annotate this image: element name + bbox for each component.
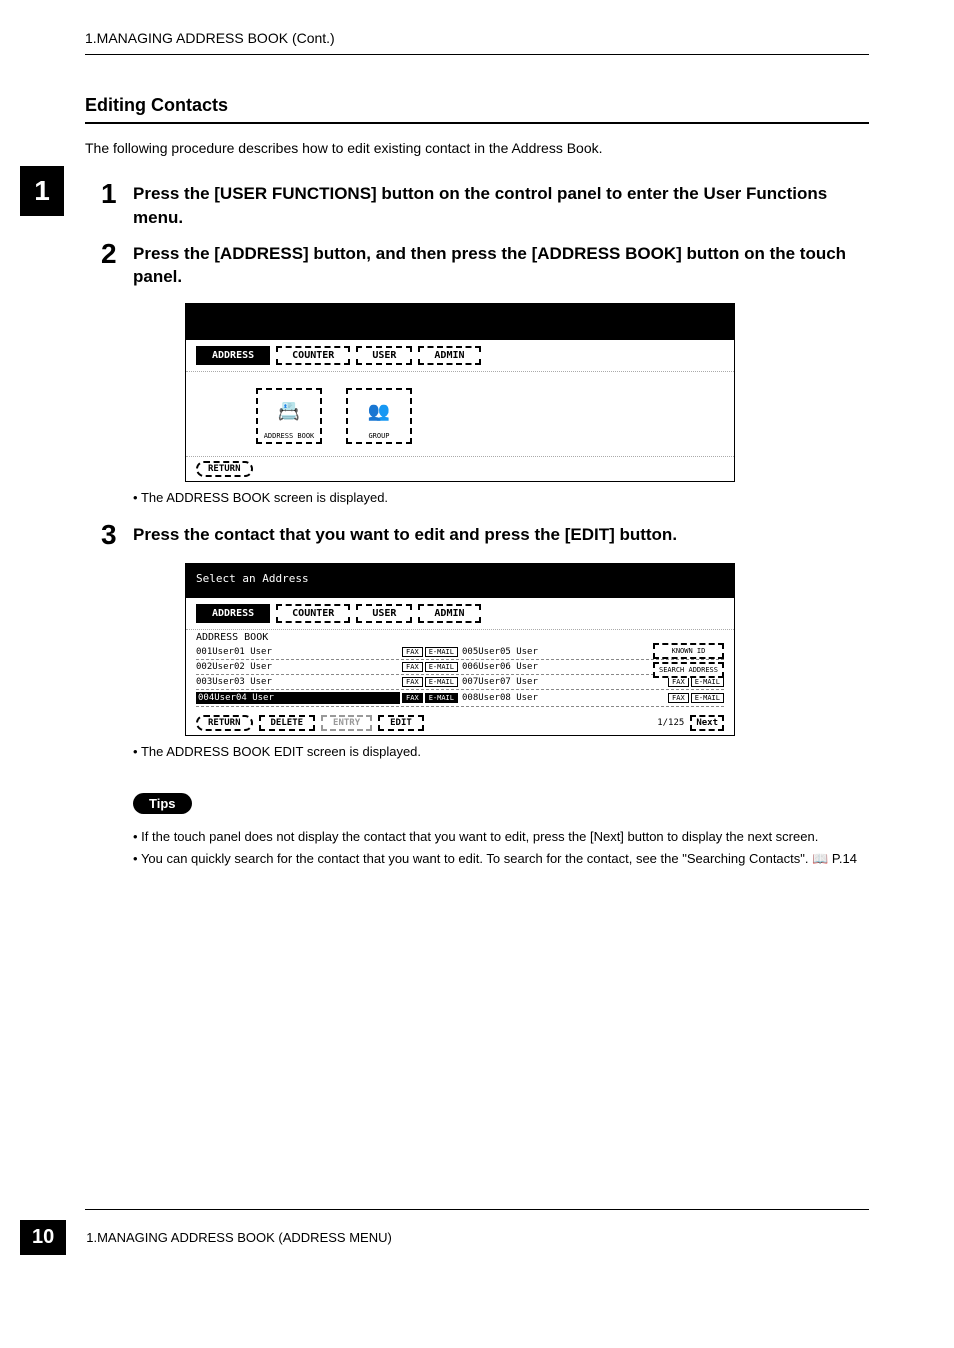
tip-2: You can quickly search for the contact t…	[133, 850, 869, 868]
contact-002[interactable]: 002User02 User FAX E-MAIL	[196, 662, 458, 672]
screenshot-address-book-list: Select an Address ADDRESS COUNTER USER A…	[185, 563, 735, 736]
next-button[interactable]: Next	[690, 715, 724, 731]
tab-user[interactable]: USER	[356, 346, 412, 365]
contact-row: 002User02 User FAX E-MAIL 006User06 User…	[196, 660, 724, 675]
fax-button[interactable]: FAX	[668, 677, 689, 687]
contact-001[interactable]: 001User01 User FAX E-MAIL	[196, 647, 458, 657]
tab-address-2[interactable]: ADDRESS	[196, 604, 270, 623]
bottom-row: RETURN	[186, 456, 734, 481]
contact-004[interactable]: 004User04 User FAX E-MAIL	[196, 692, 458, 704]
contact-008[interactable]: 008User08 User FAX E-MAIL	[462, 692, 724, 704]
address-book-icon: 📇	[278, 390, 300, 432]
panel-black-bar	[186, 304, 734, 340]
tips-badge: Tips	[133, 793, 192, 814]
return-button-2[interactable]: RETURN	[196, 715, 253, 731]
fax-button[interactable]: FAX	[402, 677, 423, 687]
tab-counter[interactable]: COUNTER	[276, 346, 350, 365]
tab-admin[interactable]: ADMIN	[418, 346, 480, 365]
step-3: 3 Press the contact that you want to edi…	[101, 521, 869, 549]
email-button[interactable]: E-MAIL	[691, 693, 724, 703]
tab-row-2: ADDRESS COUNTER USER ADMIN	[186, 598, 734, 630]
address-book-subtitle: ADDRESS BOOK	[186, 630, 734, 645]
step-number: 2	[101, 240, 133, 290]
group-icon: 👥	[368, 390, 390, 432]
email-button[interactable]: E-MAIL	[425, 647, 458, 657]
fax-button[interactable]: FAX	[668, 693, 689, 703]
side-buttons: KNOWN ID SEARCH ADDRESS	[653, 643, 724, 678]
entry-button[interactable]: ENTRY	[321, 715, 372, 731]
header-rule	[85, 54, 869, 55]
select-address-header: Select an Address	[186, 564, 734, 598]
section-title: Editing Contacts	[85, 95, 869, 124]
action-row: RETURN DELETE ENTRY EDIT 1/125 Next	[186, 711, 734, 735]
group-button[interactable]: 👥 GROUP	[346, 388, 412, 444]
group-label: GROUP	[368, 432, 389, 440]
step-number: 3	[101, 521, 133, 549]
address-book-label: ADDRESS BOOK	[264, 432, 315, 440]
edit-button[interactable]: EDIT	[378, 715, 424, 731]
contact-row: 003User03 User FAX E-MAIL 007User07 User…	[196, 675, 724, 690]
tab-counter-2[interactable]: COUNTER	[276, 604, 350, 623]
screenshot-address-menu: ADDRESS COUNTER USER ADMIN 📇 ADDRESS BOO…	[185, 303, 735, 482]
step-number: 1	[101, 180, 133, 230]
page-indicator: 1/125	[657, 718, 684, 728]
email-button[interactable]: E-MAIL	[425, 662, 458, 672]
tip-1: If the touch panel does not display the …	[133, 828, 869, 846]
known-id-button[interactable]: KNOWN ID	[653, 643, 724, 659]
page-footer: 10 1.MANAGING ADDRESS BOOK (ADDRESS MENU…	[85, 1209, 869, 1255]
fax-button[interactable]: FAX	[402, 647, 423, 657]
step-text: Press the contact that you want to edit …	[133, 521, 677, 549]
intro-text: The following procedure describes how to…	[85, 140, 869, 156]
page-number: 10	[20, 1220, 66, 1255]
tab-user-2[interactable]: USER	[356, 604, 412, 623]
email-button[interactable]: E-MAIL	[425, 693, 458, 703]
contact-row-selected: 004User04 User FAX E-MAIL 008User08 User…	[196, 690, 724, 707]
contact-007[interactable]: 007User07 User FAX E-MAIL	[462, 677, 724, 687]
return-button[interactable]: RETURN	[196, 461, 253, 477]
step-text: Press the [ADDRESS] button, and then pre…	[133, 240, 869, 290]
contact-grid: KNOWN ID SEARCH ADDRESS 001User01 User F…	[186, 645, 734, 711]
chapter-tab: 1	[20, 166, 64, 216]
footer-text: 1.MANAGING ADDRESS BOOK (ADDRESS MENU)	[86, 1230, 392, 1245]
contact-003[interactable]: 003User03 User FAX E-MAIL	[196, 677, 458, 687]
email-button[interactable]: E-MAIL	[425, 677, 458, 687]
delete-button[interactable]: DELETE	[259, 715, 316, 731]
fax-button[interactable]: FAX	[402, 693, 423, 703]
note-edit-screen-displayed: The ADDRESS BOOK EDIT screen is displaye…	[133, 744, 869, 759]
contact-row: 001User01 User FAX E-MAIL 005User05 User…	[196, 645, 724, 660]
search-address-button[interactable]: SEARCH ADDRESS	[653, 662, 724, 678]
tab-address[interactable]: ADDRESS	[196, 346, 270, 365]
step-2: 2 Press the [ADDRESS] button, and then p…	[101, 240, 869, 290]
icon-row: 📇 ADDRESS BOOK 👥 GROUP	[186, 372, 734, 456]
tab-admin-2[interactable]: ADMIN	[418, 604, 480, 623]
page-header: 1.MANAGING ADDRESS BOOK (Cont.)	[85, 30, 869, 46]
email-button[interactable]: E-MAIL	[691, 677, 724, 687]
tab-row: ADDRESS COUNTER USER ADMIN	[186, 340, 734, 372]
fax-button[interactable]: FAX	[402, 662, 423, 672]
step-1: 1 Press the [USER FUNCTIONS] button on t…	[101, 180, 869, 230]
address-book-button[interactable]: 📇 ADDRESS BOOK	[256, 388, 322, 444]
note-address-book-displayed: The ADDRESS BOOK screen is displayed.	[133, 490, 869, 505]
step-text: Press the [USER FUNCTIONS] button on the…	[133, 180, 869, 230]
